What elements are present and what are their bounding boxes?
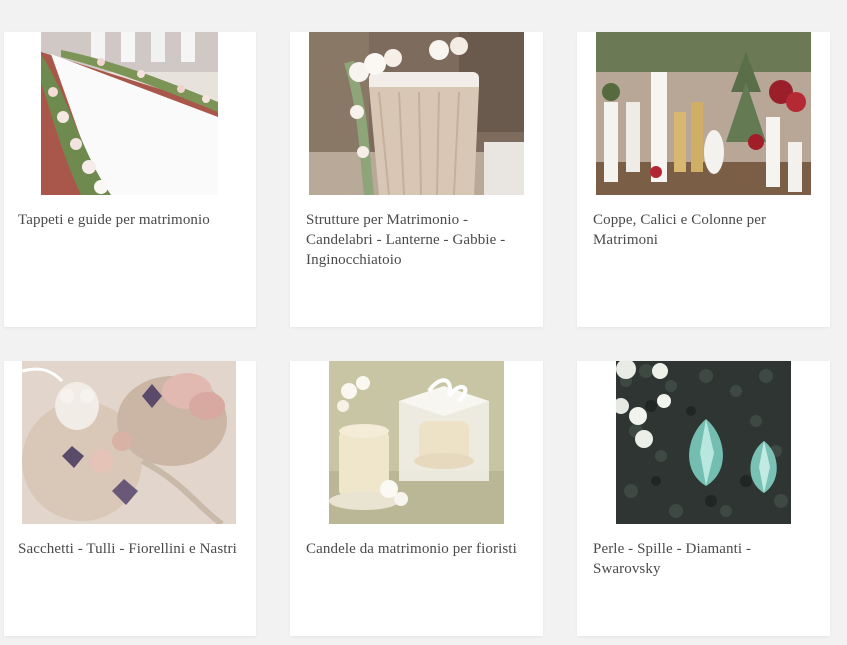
category-title[interactable]: Tappeti e guide per matrimonio — [18, 210, 242, 230]
category-card-sacchetti[interactable]: Sacchetti - Tulli - Fiorellini e Nastri — [4, 361, 256, 636]
category-title[interactable]: Strutture per Matrimonio - Candelabri - … — [306, 210, 529, 270]
favor-bags-flowers-photo[interactable] — [22, 361, 236, 524]
category-card-candele[interactable]: Candele da matrimonio per fioristi — [290, 361, 543, 636]
category-title[interactable]: Candele da matrimonio per fioristi — [306, 539, 529, 559]
category-title[interactable]: Sacchetti - Tulli - Fiorellini e Nastri — [18, 539, 242, 559]
crystals-pearls-photo[interactable] — [616, 361, 791, 524]
category-grid: Tappeti e guide per matrimonio Strutture… — [0, 0, 847, 645]
category-card-strutture[interactable]: Strutture per Matrimonio - Candelabri - … — [290, 32, 543, 327]
wedding-vases-columns-photo[interactable] — [596, 32, 811, 195]
category-title[interactable]: Coppe, Calici e Colonne per Matrimoni — [593, 210, 816, 250]
wedding-kneeler-photo[interactable] — [309, 32, 524, 195]
wedding-candle-photo[interactable] — [329, 361, 504, 524]
category-title[interactable]: Perle - Spille - Diamanti - Swarovsky — [593, 539, 816, 579]
category-card-coppe[interactable]: Coppe, Calici e Colonne per Matrimoni — [577, 32, 830, 327]
wedding-aisle-runner-photo[interactable] — [41, 32, 218, 195]
category-card-perle[interactable]: Perle - Spille - Diamanti - Swarovsky — [577, 361, 830, 636]
category-card-tappeti[interactable]: Tappeti e guide per matrimonio — [4, 32, 256, 327]
